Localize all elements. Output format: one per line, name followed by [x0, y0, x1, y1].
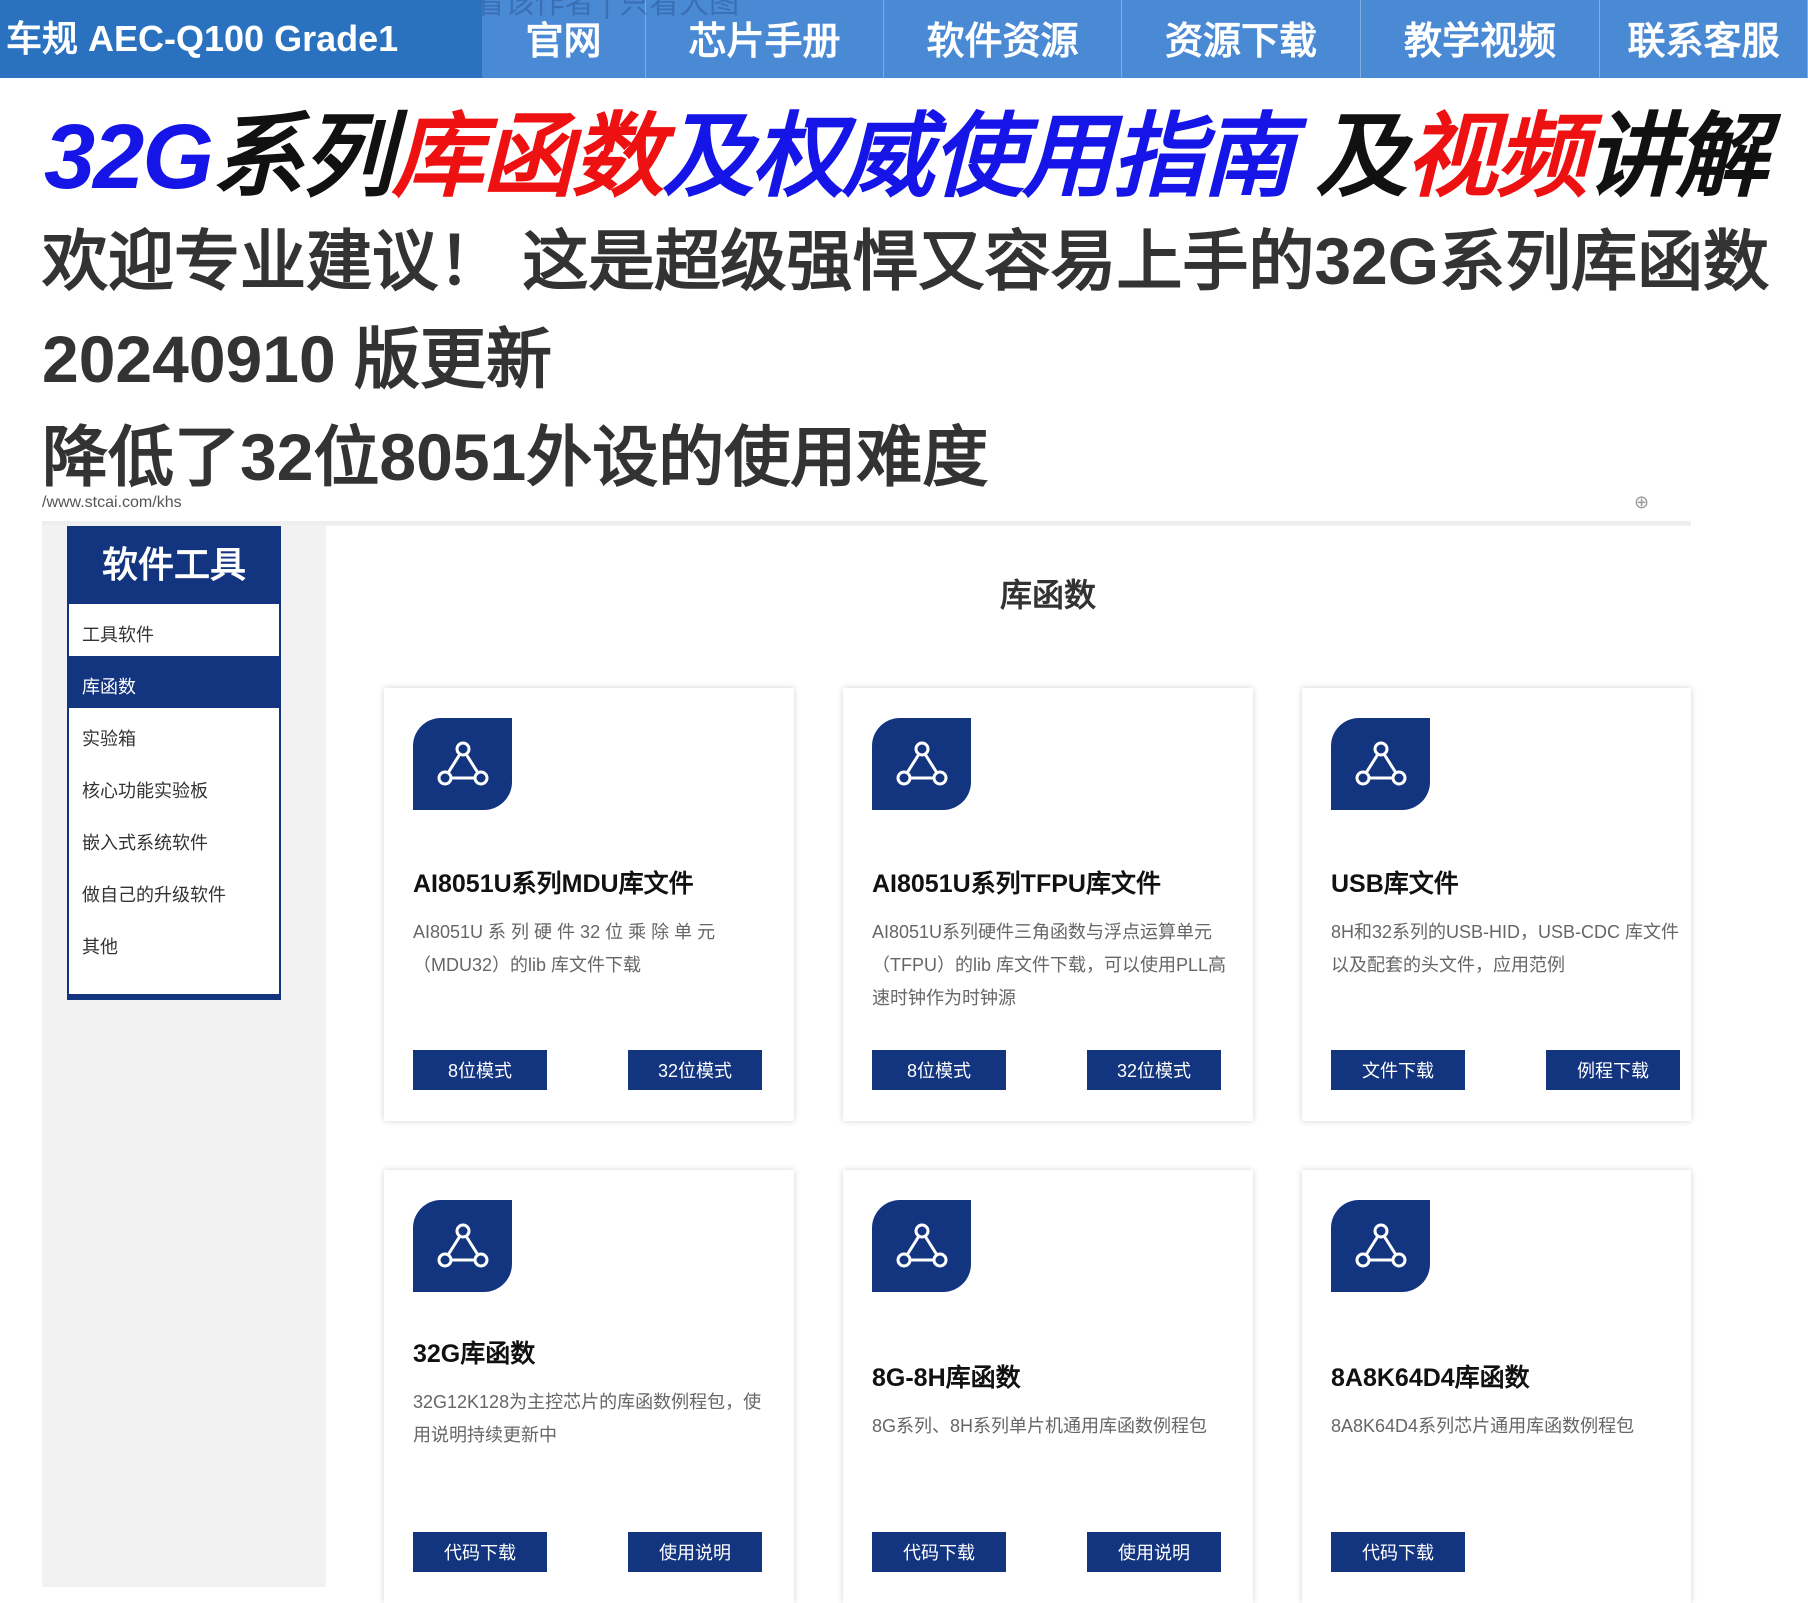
card-description: AI8051U 系 列 硬 件 32 位 乘 除 单 元（MDU32）的lib …: [413, 922, 716, 975]
sidebar-item[interactable]: 做自己的升级软件: [69, 864, 279, 916]
card-title: USB库文件: [1331, 870, 1459, 898]
card-title: 8A8K64D4库函数: [1331, 1364, 1530, 1392]
headline-part: 32G: [44, 106, 214, 208]
card-button[interactable]: 使用说明: [628, 1532, 762, 1572]
subtitle-line-1: 欢迎专业建议！ 这是超级强悍又容易上手的32G系列库函数: [42, 224, 1770, 298]
sidebar-item[interactable]: 核心功能实验板: [69, 760, 279, 812]
library-card: 8A8K64D4库函数 8A8K64D4系列芯片通用库函数例程包代码下载: [1302, 1170, 1691, 1603]
url-text: /www.stcai.com/khs: [42, 494, 182, 511]
card-button[interactable]: 8位模式: [413, 1050, 547, 1090]
nav-item[interactable]: 软件资源: [884, 0, 1122, 78]
card-description: 32G12K128为主控芯片的库函数例程包，使用说明持续更新中: [413, 1392, 762, 1445]
headline-part: 讲解: [1585, 106, 1768, 208]
nav-item[interactable]: 教学视频: [1361, 0, 1600, 78]
network-icon: [872, 718, 971, 810]
card-description: 8H和32系列的USB-HID，USB-CDC 库文件以及配套的头文件，应用范例: [1331, 922, 1680, 975]
card-button[interactable]: 例程下载: [1546, 1050, 1680, 1090]
sidebar-item[interactable]: 实验箱: [69, 708, 279, 760]
headline-part: 及: [1291, 106, 1408, 208]
card-title: AI8051U系列TFPU库文件: [872, 870, 1161, 898]
library-card: 32G库函数 32G12K128为主控芯片的库函数例程包，使用说明持续更新中代码下…: [384, 1170, 794, 1603]
card-description: 8G系列、8H系列单片机通用库函数例程包: [872, 1416, 1208, 1436]
library-card: 8G-8H库函数 8G系列、8H系列单片机通用库函数例程包代码下载 使用说明: [843, 1170, 1253, 1603]
subtitle-line-3: 降低了32位8051外设的使用难度: [42, 420, 989, 494]
card-button[interactable]: 文件下载: [1331, 1050, 1465, 1090]
card-button[interactable]: 代码下载: [1331, 1532, 1465, 1572]
headline-part: 视频: [1405, 106, 1588, 208]
card-title: 32G库函数: [413, 1340, 536, 1368]
page-title: 库函数: [1000, 577, 1097, 613]
zoom-in-icon[interactable]: ⊕: [1634, 492, 1649, 513]
library-card: USB库文件 8H和32系列的USB-HID，USB-CDC 库文件以及配套的头文…: [1302, 688, 1691, 1121]
card-button[interactable]: 代码下载: [413, 1532, 547, 1572]
card-button[interactable]: 8位模式: [872, 1050, 1006, 1090]
network-icon: [413, 1200, 512, 1292]
headline: 32G系列库函数及权威使用指南 及视频讲解: [44, 82, 1768, 215]
sidebar-item[interactable]: 其他: [69, 916, 279, 968]
headline-part: 及权威使用指南: [661, 106, 1294, 208]
sidebar: 软件工具 工具软件 库函数 实验箱 核心功能实验板 嵌入式系统软件 做自己的升级软件 其他: [67, 526, 281, 1000]
card-button[interactable]: 32位模式: [628, 1050, 762, 1090]
brand-label: 车规 AEC-Q100 Grade1: [0, 0, 482, 78]
card-button[interactable]: 使用说明: [1087, 1532, 1221, 1572]
card-description: 8A8K64D4系列芯片通用库函数例程包: [1331, 1416, 1635, 1436]
nav-item[interactable]: 芯片手册: [646, 0, 884, 78]
sidebar-title: 软件工具: [69, 528, 279, 604]
library-card: AI8051U系列TFPU库文件 AI8051U系列硬件三角函数与浮点运算单元（T…: [843, 688, 1253, 1121]
card-description: AI8051U系列硬件三角函数与浮点运算单元（TFPU）的lib 库文件下载，可…: [872, 922, 1227, 1008]
card-button[interactable]: 32位模式: [1087, 1050, 1221, 1090]
network-icon: [413, 718, 512, 810]
sidebar-item[interactable]: 工具软件: [69, 604, 279, 656]
library-card: AI8051U系列MDU库文件 AI8051U 系 列 硬 件 32 位 乘 除 …: [384, 688, 794, 1121]
card-button[interactable]: 代码下载: [872, 1532, 1006, 1572]
card-title: 8G-8H库函数: [872, 1364, 1021, 1392]
nav-item[interactable]: 联系客服: [1600, 0, 1808, 78]
sidebar-item[interactable]: 嵌入式系统软件: [69, 812, 279, 864]
card-title: AI8051U系列MDU库文件: [413, 870, 694, 898]
network-icon: [1331, 718, 1430, 810]
headline-part: 系列: [211, 106, 394, 208]
subtitle-line-2: 20240910 版更新: [42, 322, 552, 396]
nav-item[interactable]: 资源下载: [1122, 0, 1361, 78]
network-icon: [872, 1200, 971, 1292]
network-icon: [1331, 1200, 1430, 1292]
sidebar-item[interactable]: 库函数: [69, 656, 279, 708]
headline-part: 库函数: [391, 106, 664, 208]
nav-item[interactable]: 官网: [482, 0, 646, 78]
